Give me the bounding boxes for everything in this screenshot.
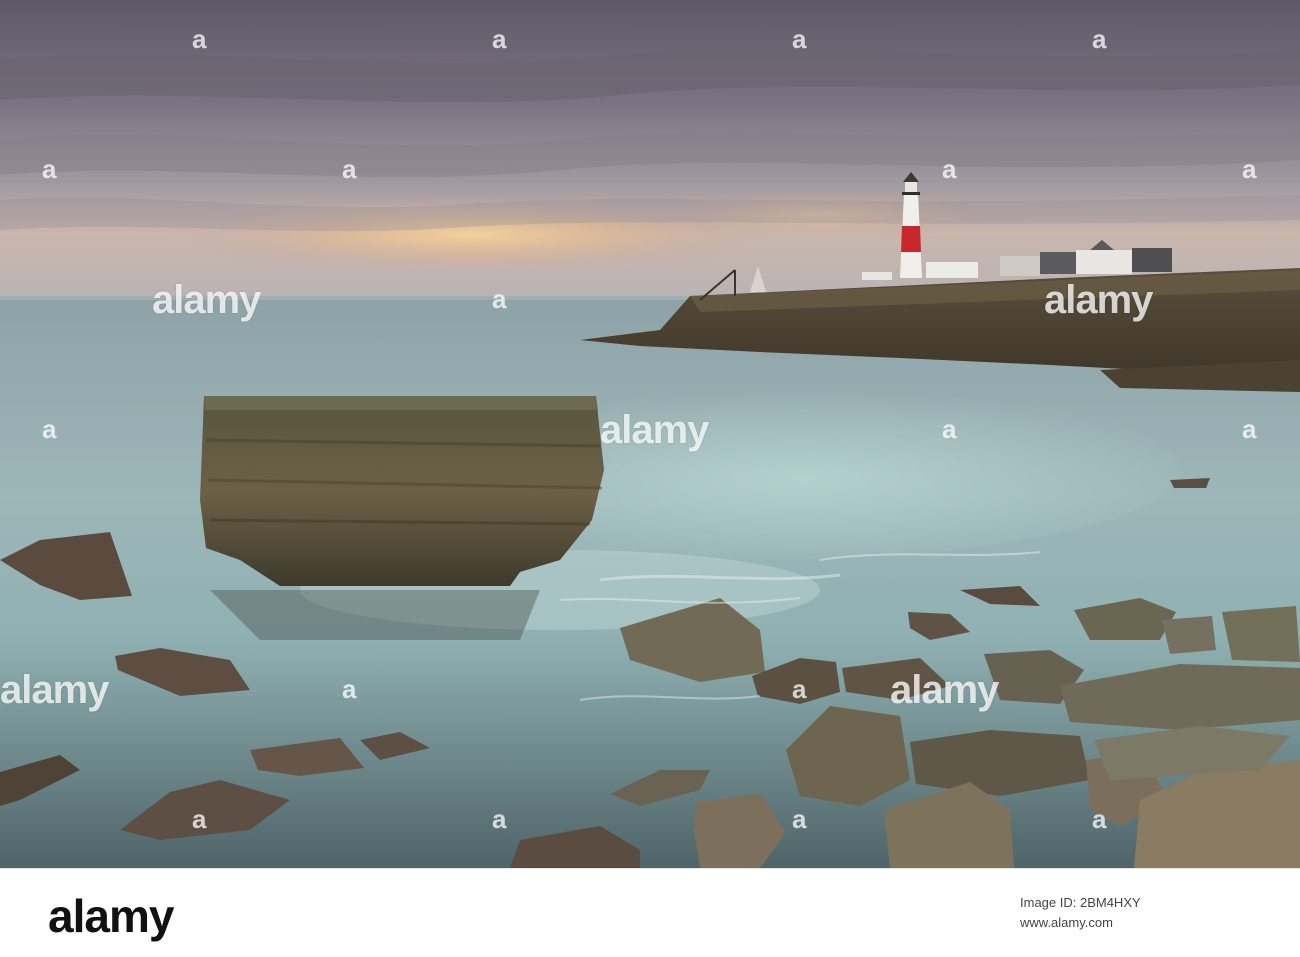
watermark-mark: a bbox=[1242, 414, 1257, 444]
watermark-mark: a bbox=[1242, 154, 1257, 184]
watermark-mark: a bbox=[42, 154, 57, 184]
watermark-mark: a bbox=[792, 674, 807, 704]
footer-bar: alamy Image ID: 2BM4HXY www.alamy.com bbox=[0, 868, 1300, 957]
watermark-brand: alamy bbox=[600, 408, 709, 452]
watermark-mark: a bbox=[342, 674, 357, 704]
watermark-mark: a bbox=[1092, 804, 1107, 834]
watermark-brand: alamy bbox=[890, 668, 999, 712]
watermark-mark: a bbox=[192, 24, 207, 54]
footer-logo[interactable]: alamy bbox=[48, 889, 174, 943]
watermark-mark: a bbox=[192, 804, 207, 834]
watermark-brand: alamy bbox=[1044, 278, 1153, 322]
watermark-mark: a bbox=[342, 154, 357, 184]
watermark-mark: a bbox=[492, 284, 507, 314]
site-link[interactable]: www.alamy.com bbox=[1020, 915, 1113, 930]
watermark-mark: a bbox=[792, 804, 807, 834]
watermark-mark: a bbox=[42, 414, 57, 444]
watermark-brand: alamy bbox=[0, 668, 109, 712]
watermark-mark: a bbox=[942, 154, 957, 184]
image-id-label: Image ID: 2BM4HXY bbox=[1020, 895, 1141, 910]
watermark-mark: a bbox=[792, 24, 807, 54]
watermark-mark: a bbox=[492, 24, 507, 54]
watermark-mark: a bbox=[1092, 24, 1107, 54]
stock-photo: alamy alamy alamy alamy alamy a a a a a … bbox=[0, 0, 1300, 868]
watermark-brand: alamy bbox=[152, 278, 261, 322]
watermark-mark: a bbox=[942, 414, 957, 444]
watermark-mark: a bbox=[492, 804, 507, 834]
